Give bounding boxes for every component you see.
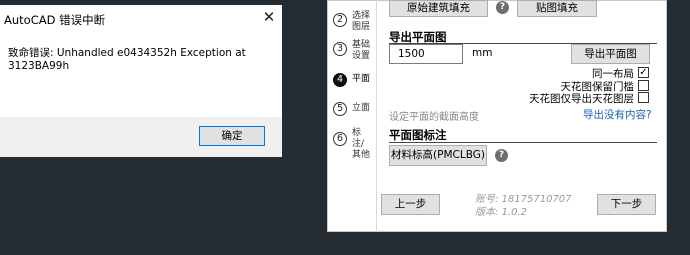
close-icon[interactable]: ✕ xyxy=(262,10,276,25)
same-layout-checkbox[interactable]: ✓ xyxy=(638,67,649,78)
step-item-plan[interactable]: 4 平面 xyxy=(333,72,373,88)
unit-label: mm xyxy=(472,47,493,59)
material-elevation-button[interactable]: 材料标高(PMCLBG) xyxy=(389,145,487,166)
texture-fill-button[interactable]: 贴图填充 xyxy=(517,0,597,17)
checkbox-label-ceiling-only: 天花图仅导出天花图层 xyxy=(529,93,634,105)
step-number-2: 2 xyxy=(333,13,347,27)
ceiling-only-checkbox[interactable] xyxy=(638,92,649,103)
step-item-annotation[interactable]: 6 标注/其他 xyxy=(333,128,373,160)
step-item-elevation[interactable]: 5 立面 xyxy=(333,101,373,117)
original-fill-button[interactable]: 原始建筑填充 xyxy=(389,0,488,17)
step-label: 标注/其他 xyxy=(352,128,371,160)
help-icon[interactable]: ? xyxy=(495,149,508,162)
step-number-4: 4 xyxy=(333,73,347,87)
export-plan-button[interactable]: 导出平面图 xyxy=(571,44,650,64)
section-divider xyxy=(389,142,657,143)
keep-threshold-checkbox[interactable] xyxy=(638,80,649,91)
step-label: 立面 xyxy=(352,103,371,113)
version-label: 版本: 1.0.2 xyxy=(475,207,527,218)
step-number-3: 3 xyxy=(333,42,347,56)
error-message: 致命错误: Unhandled e0434352h Exception at 3… xyxy=(8,47,246,72)
step-item-basic-settings[interactable]: 3 基础 设置 xyxy=(333,40,373,62)
dialog-title: AutoCAD 错误中断 xyxy=(4,13,106,27)
step-item-layers[interactable]: 2 选择 图层 xyxy=(333,11,373,33)
ok-button[interactable]: 确定 xyxy=(199,126,265,146)
step-divider xyxy=(376,0,377,232)
step-label: 选择 图层 xyxy=(352,11,371,32)
error-dialog: AutoCAD 错误中断 ✕ 致命错误: Unhandled e0434352h… xyxy=(0,5,282,157)
step-label: 平面 xyxy=(352,74,371,84)
step-label: 基础 设置 xyxy=(352,40,371,61)
height-hint: 设定平面的截面高度 xyxy=(389,112,479,123)
section-title-annotation: 平面图标注 xyxy=(389,128,447,142)
next-step-button[interactable]: 下一步 xyxy=(597,194,656,215)
step-number-5: 5 xyxy=(333,102,347,116)
prev-step-button[interactable]: 上一步 xyxy=(381,194,440,215)
section-height-input[interactable]: 1500 xyxy=(389,44,463,64)
help-icon[interactable]: ? xyxy=(496,1,509,14)
dialog-titlebar: AutoCAD 错误中断 ✕ xyxy=(0,5,282,35)
step-number-6: 6 xyxy=(333,132,347,146)
no-content-help-link[interactable]: 导出没有内容? xyxy=(583,107,652,122)
